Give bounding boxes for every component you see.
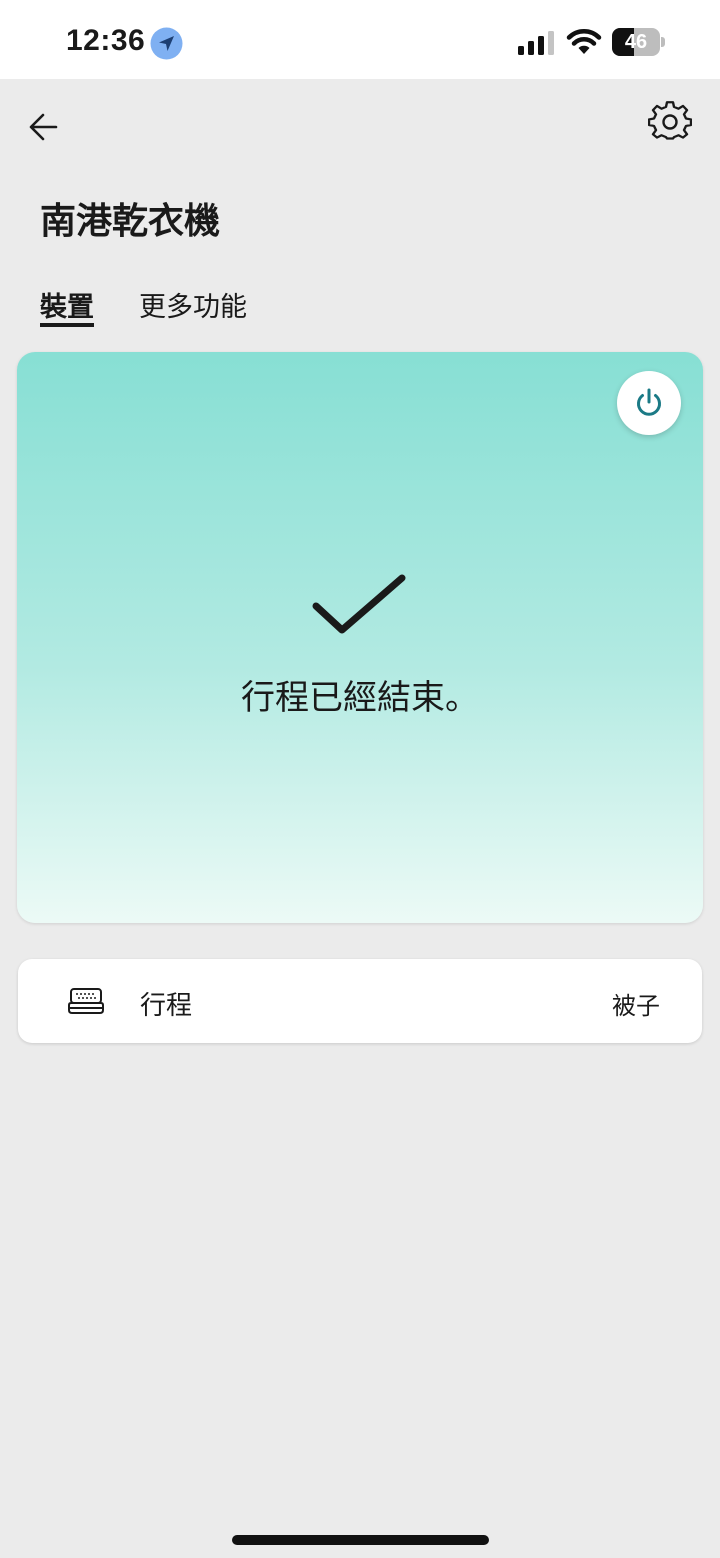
tab-more-features-label: 更多功能 [139,292,247,323]
battery-indicator: 46 [612,28,665,56]
laundry-icon [68,988,104,1014]
status-time: 12:36 [66,24,146,57]
gear-icon[interactable] [648,100,692,144]
status-bar: 12:36 46 [0,0,720,79]
cycle-finished-message: 行程已經結束。 [241,678,479,718]
location-arrow-icon [150,27,183,60]
home-indicator[interactable] [232,1535,489,1545]
cycle-selector[interactable]: 行程 被子 [18,959,702,1043]
tab-device-label: 裝置 [40,292,94,323]
cycle-value: 被子 [612,992,660,1020]
tab-device[interactable]: 裝置 [40,285,94,327]
checkmark-icon [312,574,406,634]
tab-more-features[interactable]: 更多功能 [139,285,247,324]
page-title: 南港乾衣機 [40,201,221,242]
status-card: 行程已經結束。 [17,352,703,923]
cellular-signal-icon [518,31,554,55]
cycle-label: 行程 [140,991,193,1021]
active-tab-underline [40,323,94,327]
power-button[interactable] [617,371,681,435]
back-button[interactable] [24,106,66,148]
battery-percent: 46 [624,31,648,53]
power-icon [637,388,661,416]
wifi-icon [566,29,602,54]
